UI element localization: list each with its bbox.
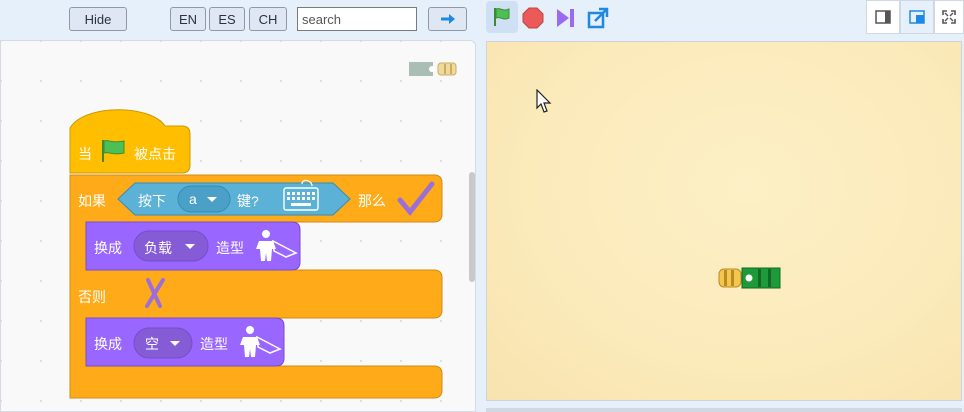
small-stage-button[interactable] — [866, 0, 900, 34]
green-flag-icon — [494, 8, 510, 26]
share-button[interactable] — [585, 0, 611, 36]
if-label: 如果 — [78, 193, 106, 209]
key-value[interactable]: a — [189, 191, 197, 207]
hat-clicked-label: 被点击 — [134, 146, 176, 162]
then-label: 那么 — [358, 193, 386, 209]
switch-costume-label-2: 换成 — [94, 336, 122, 352]
costume-suffix-1: 造型 — [216, 240, 244, 256]
switch-costume-label-1: 换成 — [94, 240, 122, 256]
stage-bottom-edge — [486, 408, 962, 412]
sprite[interactable] — [718, 266, 782, 290]
else-label: 否则 — [78, 289, 106, 305]
key-dropdown[interactable] — [177, 185, 231, 213]
expand-icon — [942, 10, 956, 24]
normal-stage-icon — [909, 10, 925, 24]
stop-button[interactable] — [520, 0, 546, 36]
turbo-icon — [557, 9, 574, 27]
key-pressed-prefix: 按下 — [138, 193, 166, 209]
turbo-button[interactable] — [552, 0, 578, 36]
scratch-editor: Hide EN ES CH search 当 被点击 如果 按下 a 键? 那么… — [0, 0, 964, 412]
costume-value-1[interactable]: 负载 — [144, 238, 172, 258]
green-flag-button[interactable] — [486, 1, 518, 33]
key-pressed-suffix: 键? — [237, 193, 259, 209]
stage-view-buttons — [866, 0, 964, 36]
stop-icon — [522, 7, 544, 29]
costume-value-2[interactable]: 空 — [145, 334, 159, 354]
costume-suffix-2: 造型 — [200, 336, 228, 352]
mouse-cursor-icon — [536, 89, 552, 113]
small-stage-icon — [875, 10, 891, 24]
stage[interactable] — [486, 41, 962, 401]
hat-when-label: 当 — [78, 146, 92, 162]
fullscreen-button[interactable] — [934, 0, 964, 34]
share-icon — [587, 7, 609, 29]
costume-dropdown-2[interactable] — [133, 327, 193, 359]
normal-stage-button[interactable] — [900, 0, 934, 34]
